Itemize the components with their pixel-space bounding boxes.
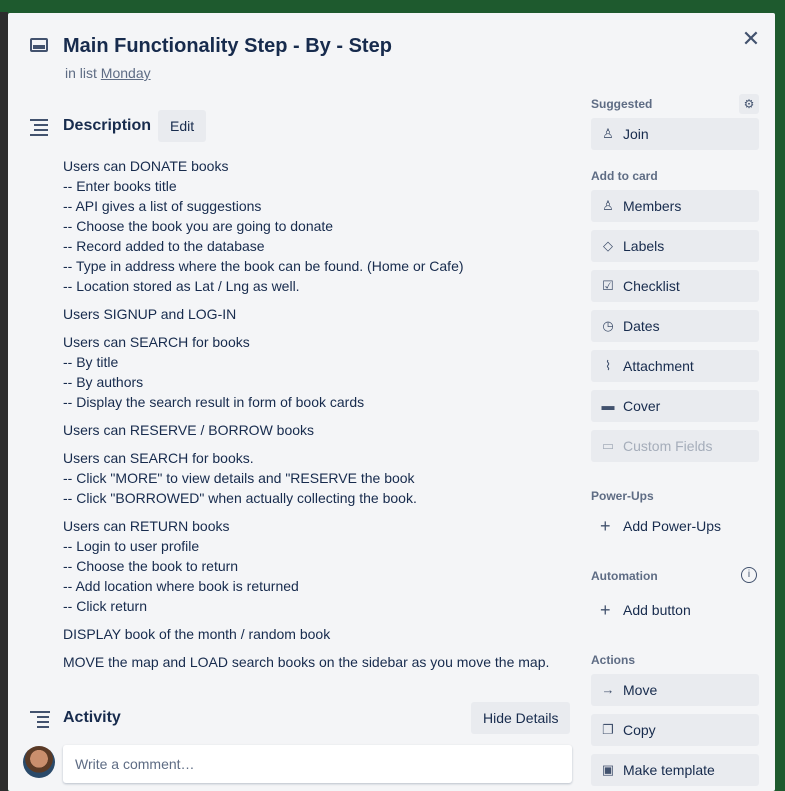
suggested-label: Suggested (591, 97, 653, 111)
add-powerups-label: Add Power-Ups (623, 518, 722, 534)
description-paragraph: Users can SEARCH for books -- By title -- … (63, 332, 573, 412)
description-line: Users can RETURN books (63, 518, 230, 534)
description-paragraph: Users can RESERVE / BORROW books (63, 420, 573, 440)
description-line: Users can RESERVE / BORROW books (63, 422, 315, 438)
add-to-card-label: Add to card (591, 169, 658, 183)
description-paragraph: Users can DONATE books -- Enter books tit… (63, 156, 573, 296)
copy-button[interactable]: ❐ Copy (591, 714, 759, 746)
description-line: -- Click "BORROWED" when actually collec… (63, 490, 417, 506)
person-icon: ♙ (602, 198, 614, 213)
description-icon (30, 119, 48, 139)
comment-input[interactable]: Write a comment… (63, 745, 572, 783)
description-line: -- Choose the book to return (63, 558, 239, 574)
tag-icon: ◇ (603, 238, 613, 253)
activity-heading: Activity (63, 709, 121, 726)
sidebar-button-label: Custom Fields (623, 438, 713, 454)
plus-icon: + (600, 600, 611, 620)
custom-fields-button: ▭ Custom Fields (591, 430, 759, 462)
sidebar-button-label: Checklist (623, 278, 680, 294)
checklist-button[interactable]: ☑ Checklist (591, 270, 759, 302)
description-body[interactable]: Users can DONATE books -- Enter books tit… (63, 156, 573, 680)
template-icon: ▣ (601, 762, 615, 777)
description-line: -- Add location where book is returned (63, 578, 299, 594)
powerups-label: Power-Ups (591, 489, 654, 503)
description-line: -- Click return (63, 598, 148, 614)
description-paragraph: MOVE the map and LOAD search books on th… (63, 652, 573, 672)
info-icon[interactable]: i (741, 567, 757, 583)
add-button-button[interactable]: + Add button (591, 594, 759, 626)
sidebar-button-label: Attachment (623, 358, 694, 374)
description-line: MOVE the map and LOAD search books on th… (63, 654, 550, 670)
description-line: -- Display the search result in form of … (63, 394, 365, 410)
description-line: -- Location stored as Lat / Lng as well. (63, 278, 300, 294)
card-title[interactable]: Main Functionality Step - By - Step (63, 35, 392, 58)
description-line: -- Type in address where the book can be… (63, 258, 464, 274)
description-line: Users can SEARCH for books. (63, 450, 254, 466)
description-line: DISPLAY book of the month / random book (63, 626, 331, 642)
arrow-right-icon: → (601, 682, 615, 697)
edit-description-button[interactable]: Edit (158, 110, 207, 142)
cover-button[interactable]: ▬ Cover (591, 390, 759, 422)
labels-button[interactable]: ◇ Labels (591, 230, 759, 262)
list-link[interactable]: Monday (101, 65, 151, 81)
attachment-button[interactable]: ⌇ Attachment (591, 350, 759, 382)
custom-fields-icon: ▭ (601, 438, 615, 453)
list-location: in list Monday (65, 65, 151, 81)
description-line: -- By authors (63, 374, 144, 390)
description-paragraph: Users can SEARCH for books. -- Click "MOR… (63, 448, 573, 508)
person-icon: ♙ (602, 126, 614, 141)
description-heading: Description (63, 117, 152, 134)
sidebar-button-label: Make template (623, 762, 715, 778)
checklist-icon: ☑ (602, 278, 614, 293)
add-powerups-button[interactable]: + Add Power-Ups (591, 510, 759, 542)
description-line: -- API gives a list of suggestions (63, 198, 262, 214)
paperclip-icon: ⌇ (604, 358, 612, 373)
sidebar-button-label: Move (623, 682, 658, 698)
card-icon (30, 38, 48, 52)
sidebar-button-label: Labels (623, 238, 665, 254)
cover-icon: ▬ (601, 398, 615, 413)
description-line: -- Click "MORE" to view details and "RES… (63, 470, 415, 486)
sidebar-button-label: Cover (623, 398, 661, 414)
close-icon[interactable]: ✕ (741, 28, 761, 50)
description-line: -- Login to user profile (63, 538, 200, 554)
description-line: Users SIGNUP and LOG-IN (63, 306, 237, 322)
sidebar-button-label: Copy (623, 722, 656, 738)
move-button[interactable]: → Move (591, 674, 759, 706)
avatar (23, 746, 55, 778)
description-line: Users can DONATE books (63, 158, 229, 174)
description-line: -- Choose the book you are going to dona… (63, 218, 334, 234)
in-list-prefix: in list (65, 65, 97, 81)
hide-details-button[interactable]: Hide Details (471, 702, 571, 734)
dates-button[interactable]: ◷ Dates (591, 310, 759, 342)
description-line: -- Enter books title (63, 178, 177, 194)
plus-icon: + (600, 516, 611, 536)
description-paragraph: Users can RETURN books -- Login to user p… (63, 516, 573, 616)
automation-label: Automation (591, 569, 658, 583)
copy-icon: ❐ (602, 722, 614, 737)
sidebar-button-label: Dates (623, 318, 660, 334)
description-line: -- Record added to the database (63, 238, 265, 254)
members-button[interactable]: ♙ Members (591, 190, 759, 222)
card-detail-modal: ✕ Main Functionality Step - By - Step in… (8, 13, 775, 791)
description-line: Users can SEARCH for books (63, 334, 250, 350)
join-label: Join (623, 126, 649, 142)
description-paragraph: Users SIGNUP and LOG-IN (63, 304, 573, 324)
sidebar-button-label: Members (623, 198, 682, 214)
make-template-button[interactable]: ▣ Make template (591, 754, 759, 786)
add-button-label: Add button (623, 602, 691, 618)
clock-icon: ◷ (602, 318, 614, 333)
join-button[interactable]: ♙ Join (591, 118, 759, 150)
gear-icon[interactable]: ⚙ (739, 94, 759, 114)
actions-label: Actions (591, 653, 636, 667)
description-line: -- By title (63, 354, 119, 370)
board-background (0, 12, 8, 791)
activity-icon (30, 711, 50, 731)
description-paragraph: DISPLAY book of the month / random book (63, 624, 573, 644)
